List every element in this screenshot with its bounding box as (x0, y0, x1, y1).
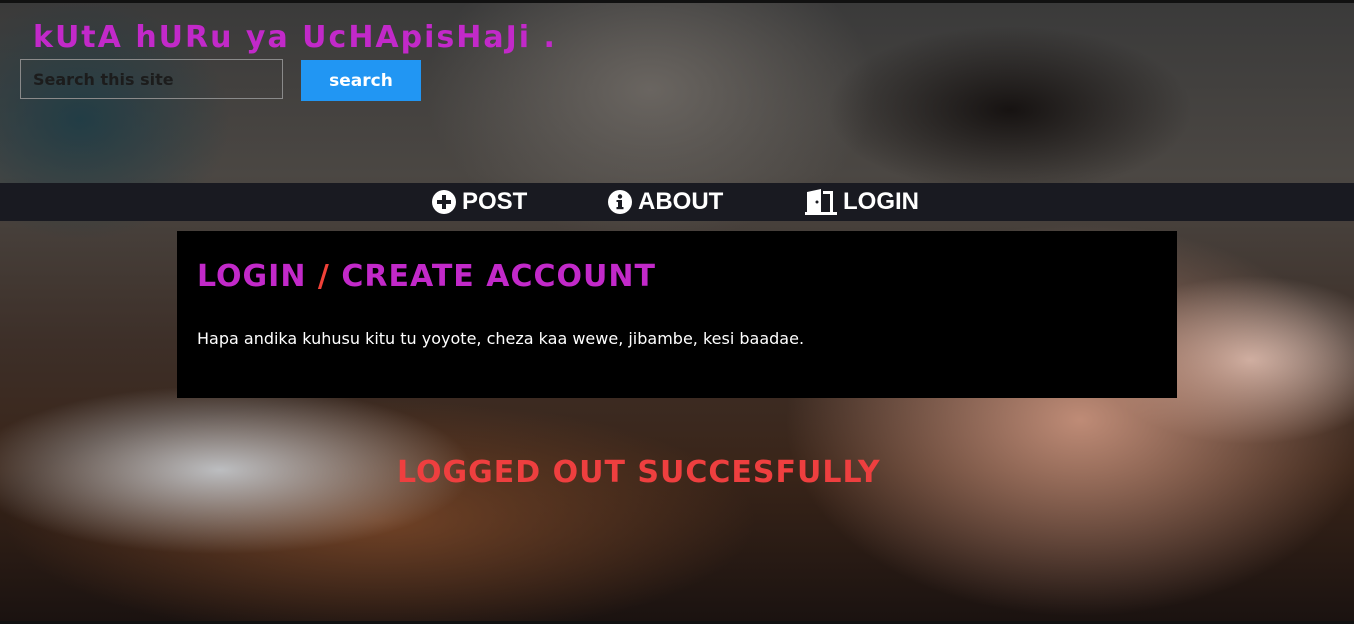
main-navbar: POST ABOUT LOGIN (0, 183, 1354, 221)
login-panel: LOGIN / CREATE ACCOUNT Hapa andika kuhus… (177, 231, 1177, 398)
title-separator: / (317, 259, 330, 294)
status-message: LOGGED OUT SUCCESFULLY (397, 455, 881, 490)
panel-description: Hapa andika kuhusu kitu tu yoyote, cheza… (197, 329, 805, 348)
nav-item-label: LOGIN (843, 188, 919, 215)
panel-title: LOGIN / CREATE ACCOUNT (197, 259, 656, 294)
search-button[interactable]: search (301, 60, 421, 101)
nav-item-about[interactable]: ABOUT (608, 183, 723, 221)
login-link[interactable]: LOGIN (197, 259, 306, 294)
nav-item-label: ABOUT (638, 188, 724, 215)
nav-item-label: POST (462, 188, 528, 215)
create-account-link[interactable]: CREATE ACCOUNT (341, 259, 656, 294)
site-title[interactable]: kUtA hURu ya UcHApisHaJi . (33, 20, 557, 55)
nav-item-post[interactable]: POST (432, 183, 527, 221)
search-input[interactable] (20, 59, 283, 99)
info-circle-icon (608, 190, 632, 214)
top-border (0, 0, 1354, 3)
nav-item-login[interactable]: LOGIN (805, 183, 919, 221)
door-open-icon (805, 189, 837, 215)
plus-circle-icon (432, 190, 456, 214)
